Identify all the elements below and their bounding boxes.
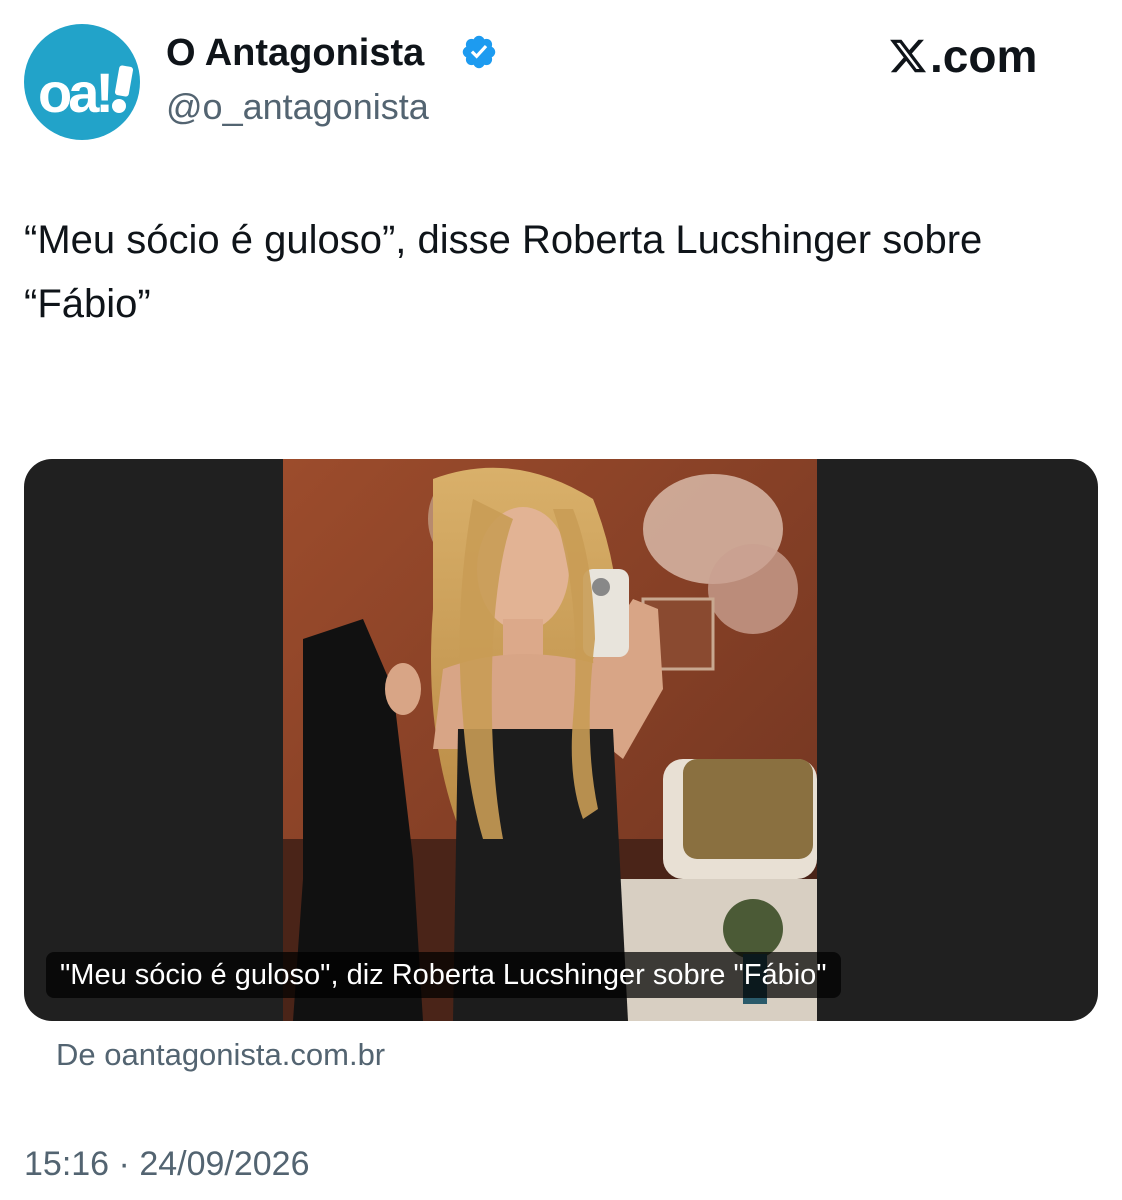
avatar-text: oa! — [38, 61, 110, 124]
link-card[interactable]: "Meu sócio é guloso", diz Roberta Lucshi… — [24, 459, 1098, 1021]
news-logo-icon: oa! — [38, 61, 134, 124]
tweet-time[interactable]: 15:16 — [24, 1145, 109, 1183]
verified-badge-icon — [462, 35, 496, 69]
x-brand: .com — [888, 30, 1037, 82]
tweet-date[interactable]: 24/09/2026 — [139, 1145, 309, 1183]
card-source-link[interactable]: De oantagonista.com.br — [56, 1034, 385, 1076]
x-logo-icon — [890, 39, 927, 73]
avatar[interactable]: oa! — [24, 24, 140, 140]
author-display-name[interactable]: O Antagonista — [166, 30, 424, 76]
author-handle[interactable]: @o_antagonista — [166, 86, 429, 128]
brand-domain: .com — [930, 30, 1038, 82]
tweet-timestamp: 15:16 · 24/09/2026 — [24, 1142, 310, 1186]
card-title: "Meu sócio é guloso", diz Roberta Lucshi… — [46, 952, 841, 998]
article-photo — [283, 459, 817, 1021]
separator-dot: · — [118, 1145, 130, 1183]
tweet-text: “Meu sócio é guloso”, disse Roberta Lucs… — [24, 218, 983, 326]
